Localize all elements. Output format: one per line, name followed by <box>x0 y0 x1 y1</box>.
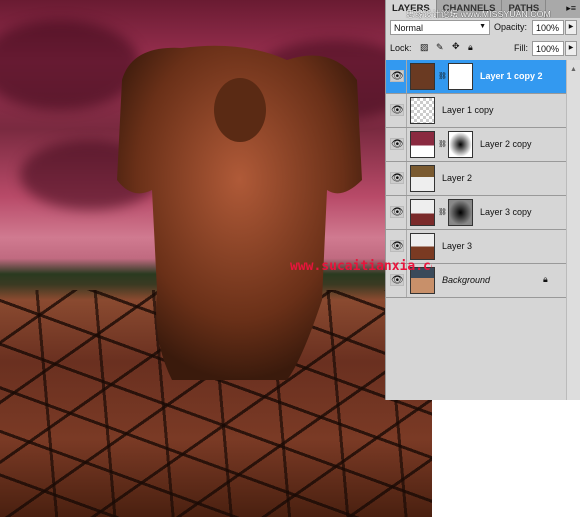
eye-icon[interactable]: 👁︎ <box>390 240 404 252</box>
eye-icon[interactable]: 👁︎ <box>390 70 404 82</box>
man-figure <box>117 45 362 380</box>
eye-icon[interactable]: 👁︎ <box>390 274 404 286</box>
layer-row[interactable]: 👁︎ ⛓ Layer 3 copy <box>386 196 566 230</box>
blend-mode-value: Normal <box>394 23 424 33</box>
lock-label: Lock: <box>390 43 412 53</box>
lock-brush-icon[interactable]: ✎ <box>436 42 444 53</box>
panel-tabs: LAYERS CHANNELS PATHS ▸≡ 思缘设计论坛 www.MISS… <box>386 0 580 19</box>
layer-name: Layer 2 copy <box>480 139 532 149</box>
layer-name: Layer 1 copy <box>442 105 494 115</box>
opacity-input[interactable]: 100% <box>532 20 564 35</box>
layer-mask-thumbnail[interactable] <box>448 199 473 226</box>
fill-input[interactable]: 100% <box>532 41 564 56</box>
watermark-text: 思缘设计论坛 www.MISSYUAN.COM <box>406 9 551 19</box>
layer-thumbnail <box>410 233 435 260</box>
watermark-text: www.sucaitianxia.com <box>290 259 432 274</box>
chevron-down-icon: ▼ <box>479 23 486 30</box>
fill-label: Fill: <box>514 43 528 53</box>
link-icon[interactable]: ⛓ <box>438 72 447 80</box>
layer-mask-thumbnail[interactable] <box>448 131 473 158</box>
layer-thumbnail <box>410 199 435 226</box>
layer-name: Layer 3 copy <box>480 207 532 217</box>
eye-icon[interactable]: 👁︎ <box>390 138 404 150</box>
eye-icon[interactable]: 👁︎ <box>390 104 404 116</box>
blend-mode-select[interactable]: Normal ▼ <box>390 20 490 35</box>
lock-move-icon[interactable]: ✥ <box>452 41 460 52</box>
layer-name: Layer 3 <box>442 241 473 251</box>
eye-icon[interactable]: 👁︎ <box>390 206 404 218</box>
layer-row[interactable]: 👁︎ ⛓ Layer 1 copy 2 <box>386 60 566 94</box>
scroll-up-icon[interactable]: ▲ <box>567 66 580 73</box>
link-icon[interactable]: ⛓ <box>438 140 447 148</box>
layer-thumbnail <box>410 131 435 158</box>
layer-thumbnail <box>410 63 435 90</box>
document-canvas[interactable]: www.sucaitianxia.com <box>0 0 432 517</box>
layer-name: Background <box>442 275 491 285</box>
layer-name: Layer 1 copy 2 <box>480 71 543 81</box>
fill-slider-button[interactable]: ▶ <box>565 41 577 56</box>
layer-row[interactable]: 👁︎ Layer 1 copy <box>386 94 566 128</box>
layer-row[interactable]: 👁︎ ⛓ Layer 2 copy <box>386 128 566 162</box>
link-icon[interactable]: ⛓ <box>438 208 447 216</box>
opacity-label: Opacity: <box>494 22 528 32</box>
layer-row[interactable]: 👁︎ Layer 2 <box>386 162 566 196</box>
layer-thumbnail <box>410 97 435 124</box>
lock-transparency-icon[interactable]: ▨ <box>420 42 429 53</box>
layer-mask-thumbnail[interactable] <box>448 63 473 90</box>
layer-name: Layer 2 <box>442 173 473 183</box>
scrollbar[interactable]: ▲ <box>566 60 580 400</box>
lock-icon: 🔒︎ <box>543 274 548 284</box>
layer-thumbnail <box>410 165 435 192</box>
opacity-slider-button[interactable]: ▶ <box>565 20 577 35</box>
panel-menu-icon[interactable]: ▸≡ <box>566 3 576 14</box>
layers-panel: LAYERS CHANNELS PATHS ▸≡ 思缘设计论坛 www.MISS… <box>385 0 580 400</box>
eye-icon[interactable]: 👁︎ <box>390 172 404 184</box>
lock-all-icon[interactable]: 🔒︎ <box>468 42 473 53</box>
